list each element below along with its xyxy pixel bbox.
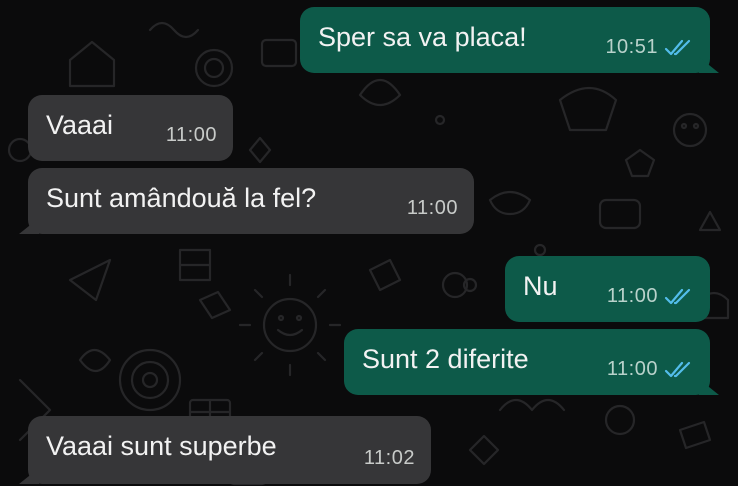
message-meta: 11:00 xyxy=(407,197,458,220)
chat-area[interactable]: Sper sa va placa! 10:51 Vaaai 11:00 Sunt… xyxy=(0,0,738,486)
message-meta: 10:51 xyxy=(605,36,694,59)
double-check-read-icon xyxy=(664,288,691,304)
outgoing-message-bubble[interactable]: Nu 11:00 xyxy=(505,256,710,322)
message-time: 10:51 xyxy=(605,36,658,58)
message-text: Nu xyxy=(523,271,558,301)
message-text: Sunt 2 diferite xyxy=(362,344,529,374)
incoming-message-bubble[interactable]: Vaaai 11:00 xyxy=(28,95,233,161)
message-meta: 11:00 xyxy=(607,285,694,308)
message-time: 11:00 xyxy=(165,124,217,146)
message-text: Vaaai xyxy=(46,110,114,140)
message-meta: 11:00 xyxy=(607,358,694,381)
message-text: Sunt amândouă la fel? xyxy=(46,183,317,213)
outgoing-message-bubble[interactable]: Sunt 2 diferite 11:00 xyxy=(344,329,719,395)
message-time: 11:00 xyxy=(406,197,458,219)
message-time: 11:00 xyxy=(606,285,658,307)
message-meta: 11:00 xyxy=(166,124,217,147)
message-text: Sper sa va placa! xyxy=(318,22,527,52)
double-check-read-icon xyxy=(664,39,691,55)
incoming-message-bubble[interactable]: Vaaai sunt superbe 11:02 xyxy=(19,416,431,484)
incoming-message-bubble[interactable]: Sunt amândouă la fel? 11:00 xyxy=(19,168,474,234)
message-text: Vaaai sunt superbe xyxy=(46,431,277,461)
outgoing-message-bubble[interactable]: Sper sa va placa! 10:51 xyxy=(300,7,719,73)
double-check-read-icon xyxy=(664,361,691,377)
message-time: 11:02 xyxy=(363,447,415,469)
message-meta: 11:02 xyxy=(364,447,415,470)
message-time: 11:00 xyxy=(606,358,658,380)
